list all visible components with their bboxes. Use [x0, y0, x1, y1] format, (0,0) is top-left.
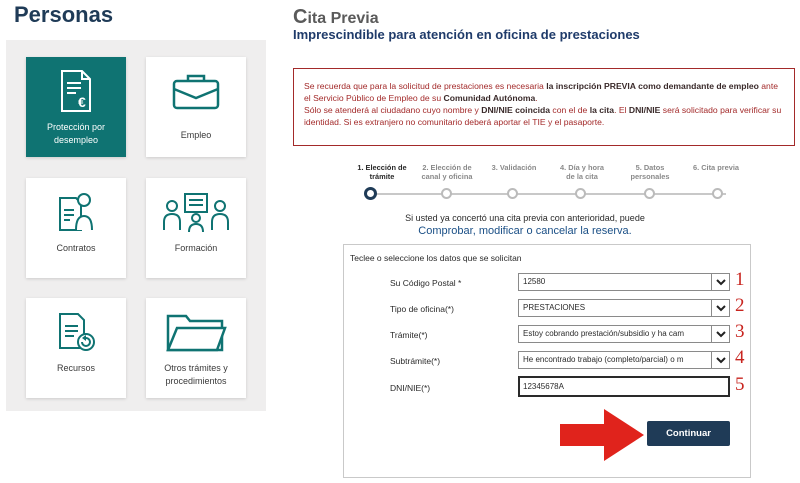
office-type-select[interactable]: PRESTACIONES: [518, 299, 730, 317]
card-formacion[interactable]: Formación: [146, 178, 246, 278]
step-4: 4. Día y hora de la cita: [560, 163, 604, 181]
office-type-label: Tipo de oficina(*): [390, 304, 454, 314]
procedure-label: Trámite(*): [390, 330, 428, 340]
postal-code-select[interactable]: 12580: [518, 273, 730, 291]
check-link[interactable]: Comprobar: [418, 225, 472, 237]
document-return-icon: [55, 308, 97, 356]
page-title: Cita Previa: [293, 6, 379, 28]
card-empleo[interactable]: Empleo: [146, 57, 246, 157]
card-label: Empleo: [180, 130, 212, 140]
postal-code-label: Su Código Postal *: [390, 278, 462, 288]
procedure-select[interactable]: Estoy cobrando prestación/subsidio y ha …: [518, 325, 730, 343]
training-people-icon: [163, 188, 229, 236]
cancel-link[interactable]: cancelar la reserva: [536, 225, 629, 237]
stepper-track: [371, 193, 726, 195]
form-legend: Teclee o seleccione los datos que se sol…: [350, 253, 522, 263]
document-euro-icon: €: [56, 67, 96, 115]
step-3: 3. Validación: [491, 163, 537, 172]
subprocedure-select[interactable]: He encontrado trabajo (completo/parcial)…: [518, 351, 730, 369]
step-5: 5. Datos personales: [630, 163, 670, 181]
card-recursos[interactable]: Recursos: [26, 298, 126, 398]
step-1-dot: [364, 187, 377, 200]
continue-button[interactable]: Continuar: [647, 421, 730, 446]
annotation-number: 1: [735, 269, 745, 290]
step-3-dot: [507, 188, 518, 199]
step-2-dot: [441, 188, 452, 199]
card-label: Recursos: [56, 363, 95, 373]
section-title: Personas: [14, 2, 114, 27]
step-6: 6. Cita previa: [692, 163, 739, 172]
annotation-number: 3: [735, 321, 745, 342]
modify-link[interactable]: modificar: [479, 225, 524, 237]
svg-text:€: €: [78, 94, 86, 110]
chevron-down-icon: [711, 300, 729, 316]
previous-appointment-links: Comprobar, modificar o cancelar la reser…: [418, 225, 632, 237]
card-label: Contratos: [56, 243, 96, 253]
page-subtitle: Imprescindible para atención en oficina …: [293, 27, 640, 42]
annotation-number: 2: [735, 295, 745, 316]
dni-label: DNI/NIE(*): [390, 383, 431, 393]
card-contratos[interactable]: Contratos: [26, 178, 126, 278]
step-5-dot: [644, 188, 655, 199]
chevron-down-icon: [711, 352, 729, 368]
chevron-down-icon: [711, 274, 729, 290]
card-label: Protección por desempleo: [46, 122, 106, 145]
card-label: Otros trámites y procedimientos: [164, 363, 228, 386]
contract-person-icon: [56, 188, 96, 236]
notice-box: Se recuerda que para la solicitud de pre…: [293, 68, 795, 146]
card-proteccion-desempleo[interactable]: € Protección por desempleo: [26, 57, 126, 157]
card-label: Formación: [174, 243, 218, 253]
dni-input[interactable]: 12345678A: [518, 376, 730, 397]
annotation-number: 4: [735, 347, 745, 368]
red-arrow-icon: [560, 409, 644, 461]
card-otros-tramites[interactable]: Otros trámites y procedimientos: [146, 298, 246, 398]
step-4-dot: [575, 188, 586, 199]
step-6-dot: [712, 188, 723, 199]
step-2: 2. Elección de canal y oficina: [421, 163, 473, 181]
step-1: 1. Elección de trámite: [357, 163, 407, 181]
annotation-number: 5: [735, 374, 745, 395]
briefcase-icon: [171, 67, 221, 115]
chevron-down-icon: [711, 326, 729, 342]
previous-appointment-text: Si usted ya concertó una cita previa con…: [405, 213, 645, 223]
folder-icon: [165, 308, 227, 356]
subprocedure-label: Subtrámite(*): [390, 356, 441, 366]
